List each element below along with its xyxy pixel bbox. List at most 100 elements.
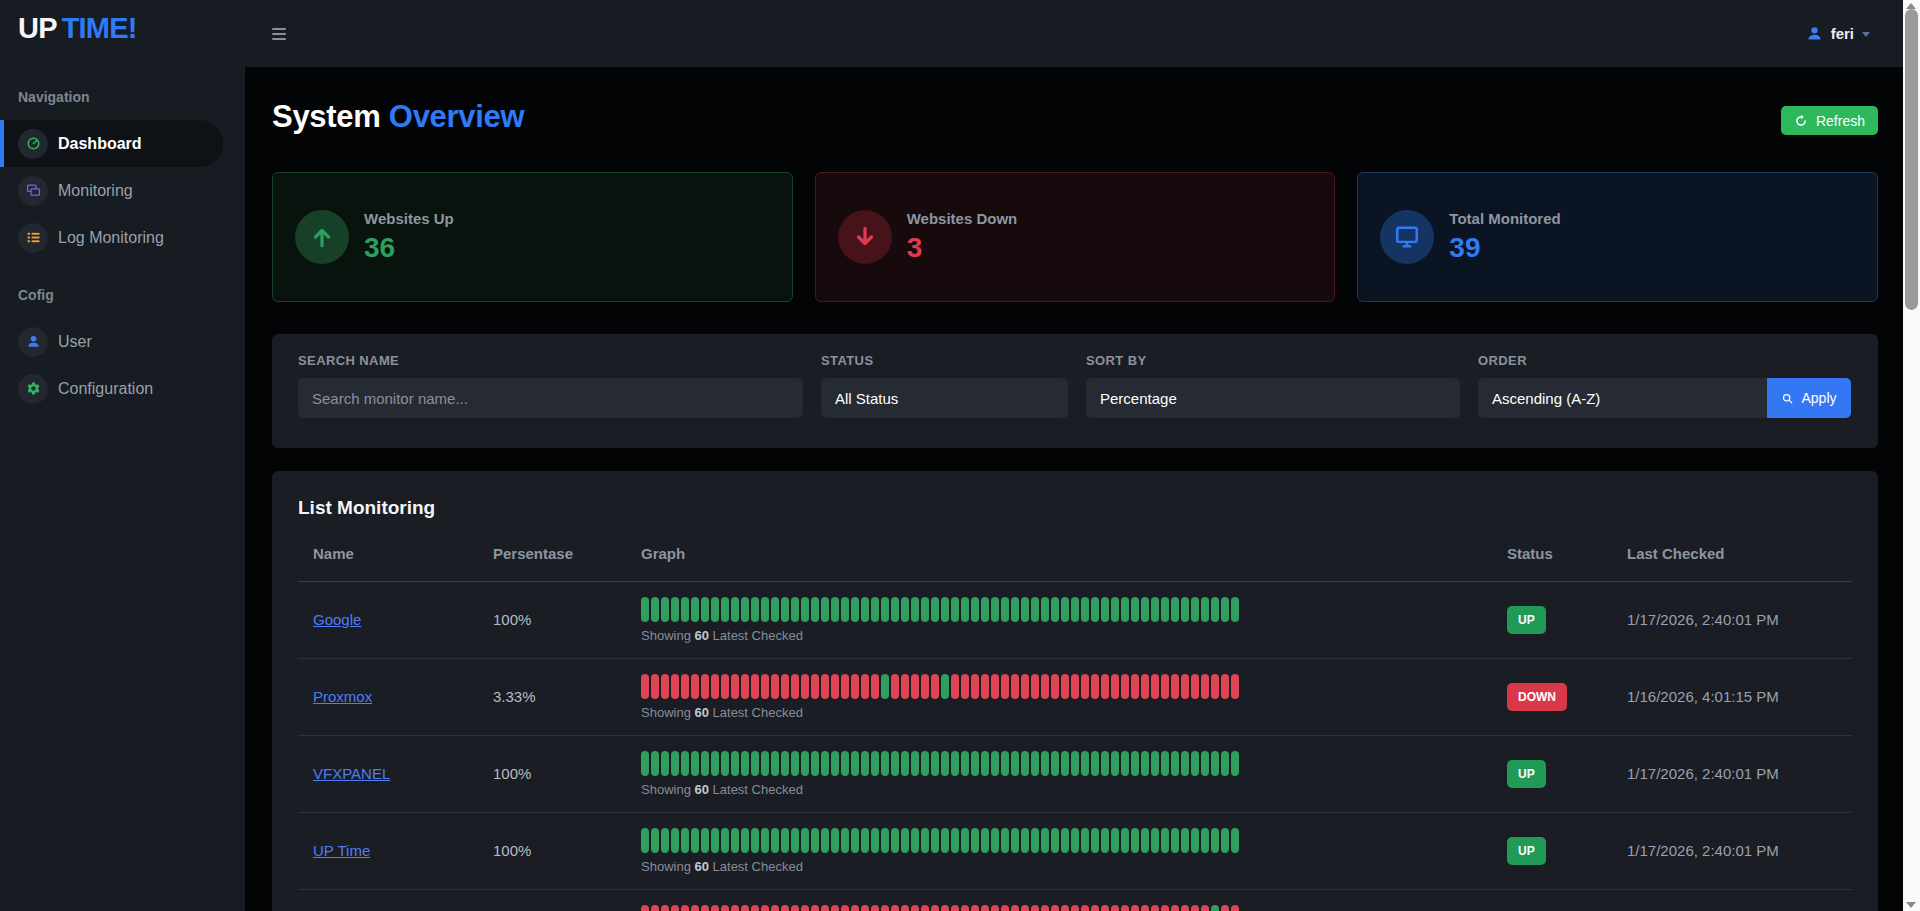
graph-bar — [861, 828, 869, 853]
last-checked: 1/17/2026, 2:40:01 PM — [1627, 842, 1779, 859]
graph-bar — [1151, 597, 1159, 622]
sidebar-item-log-monitoring[interactable]: Log Monitoring — [0, 214, 223, 261]
graph-bar — [671, 828, 679, 853]
scrollbar-down-arrow[interactable] — [1906, 902, 1916, 908]
monitor-name-link[interactable]: Proxmox — [313, 688, 372, 705]
table-row: VFXPANEL100%Showing 60 Latest CheckedUP1… — [298, 736, 1852, 813]
graph-bar — [701, 751, 709, 776]
graph-bar — [1161, 597, 1169, 622]
brand-logo[interactable]: UPTIME! — [0, 0, 245, 45]
graph-bar — [1181, 597, 1189, 622]
graph-bar — [811, 597, 819, 622]
sidebar-item-configuration[interactable]: Configuration — [0, 365, 223, 412]
refresh-button[interactable]: Refresh — [1781, 106, 1878, 135]
graph-bar — [691, 751, 699, 776]
graph-bar — [1151, 751, 1159, 776]
refresh-icon — [1794, 114, 1808, 128]
sidebar: UPTIME! NavigationDashboardMonitoringLog… — [0, 0, 245, 911]
graph-bar — [1131, 751, 1139, 776]
graph-bar — [971, 597, 979, 622]
monitor-name-link[interactable]: VFXPANEL — [313, 765, 390, 782]
filter-status-group: STATUS All Status — [821, 353, 1068, 429]
graph-bar — [801, 597, 809, 622]
graph-bar — [1011, 751, 1019, 776]
graph-bar — [1121, 597, 1129, 622]
graph-bar — [641, 751, 649, 776]
sort-select[interactable]: Percentage — [1086, 378, 1460, 418]
graph-bar — [771, 674, 779, 699]
order-select[interactable]: Ascending (A-Z) — [1478, 378, 1767, 418]
sidebar-item-user[interactable]: User — [0, 318, 223, 365]
graph-bar — [1021, 597, 1029, 622]
graph-bar — [951, 674, 959, 699]
graph-bar — [1051, 905, 1059, 911]
graph-bar — [1101, 905, 1109, 911]
graph-bar — [1221, 597, 1229, 622]
graph-bar — [991, 597, 999, 622]
table-row: Google100%Showing 60 Latest CheckedUP1/1… — [298, 582, 1852, 659]
graph-bar — [661, 751, 669, 776]
graph-bar — [991, 828, 999, 853]
graph-bar — [1171, 905, 1179, 911]
sidebar-item-dashboard[interactable]: Dashboard — [0, 120, 223, 167]
graph-bar — [1071, 751, 1079, 776]
graph-bar — [1011, 905, 1019, 911]
stat-card-websites-down: Websites Down3 — [815, 172, 1336, 302]
page-title-accent: Overview — [389, 99, 524, 134]
last-checked: 1/17/2026, 2:40:01 PM — [1627, 765, 1779, 782]
graph-bar — [841, 751, 849, 776]
graph-bar — [1031, 674, 1039, 699]
graph-bar — [791, 751, 799, 776]
status-select[interactable]: All Status — [821, 378, 1068, 418]
monitor-name-link[interactable]: UP Time — [313, 842, 370, 859]
monitor-name-link[interactable]: Google — [313, 611, 361, 628]
graph-bar — [741, 828, 749, 853]
graph-bar — [1141, 828, 1149, 853]
user-menu[interactable]: feri — [1806, 25, 1870, 42]
page-title: System Overview — [272, 99, 524, 135]
graph-bar — [801, 674, 809, 699]
graph-bar — [821, 674, 829, 699]
search-icon — [1781, 392, 1794, 405]
graph-bar — [1131, 674, 1139, 699]
scrollbar[interactable] — [1903, 0, 1920, 911]
graph-bar — [851, 751, 859, 776]
graph-bar — [921, 905, 929, 911]
graph-bar — [1071, 828, 1079, 853]
graph-bar — [891, 905, 899, 911]
graph-bar — [1021, 751, 1029, 776]
graph-bar — [811, 751, 819, 776]
graph-bar — [681, 674, 689, 699]
graph-bar — [871, 674, 879, 699]
graph-bar — [911, 828, 919, 853]
graph-bar — [1171, 674, 1179, 699]
sidebar-item-monitoring[interactable]: Monitoring — [0, 167, 223, 214]
filter-sort-group: SORT BY Percentage — [1086, 353, 1460, 429]
graph-bar — [1161, 905, 1169, 911]
graph-bar — [741, 905, 749, 911]
graph-bar — [771, 751, 779, 776]
app-root: UPTIME! NavigationDashboardMonitoringLog… — [0, 0, 1920, 911]
apply-button[interactable]: Apply — [1767, 378, 1851, 418]
graph-bar — [1191, 828, 1199, 853]
search-input[interactable] — [298, 378, 803, 418]
graph-bar — [991, 751, 999, 776]
last-checked: 1/16/2026, 4:01:15 PM — [1627, 688, 1779, 705]
monitor-percentage: 100% — [493, 611, 531, 628]
graph-bar — [941, 597, 949, 622]
graph-bar — [1031, 597, 1039, 622]
graph-bar — [651, 751, 659, 776]
menu-toggle-icon[interactable] — [272, 25, 286, 43]
column-header-name: Name — [298, 533, 478, 582]
graph-bar — [1191, 905, 1199, 911]
scrollbar-thumb[interactable] — [1905, 9, 1918, 310]
graph-bar — [1071, 674, 1079, 699]
graph-bar — [961, 828, 969, 853]
filter-panel: SEARCH NAME STATUS All Status SORT BY Pe… — [272, 334, 1878, 448]
sidebar-item-label: Monitoring — [58, 182, 133, 200]
graph-bar — [671, 905, 679, 911]
graph-bar — [1061, 751, 1069, 776]
monitor-icon — [18, 176, 48, 206]
monitoring-table: NamePersentaseGraphStatusLast Checked Go… — [298, 533, 1852, 911]
graph-bar — [1091, 674, 1099, 699]
